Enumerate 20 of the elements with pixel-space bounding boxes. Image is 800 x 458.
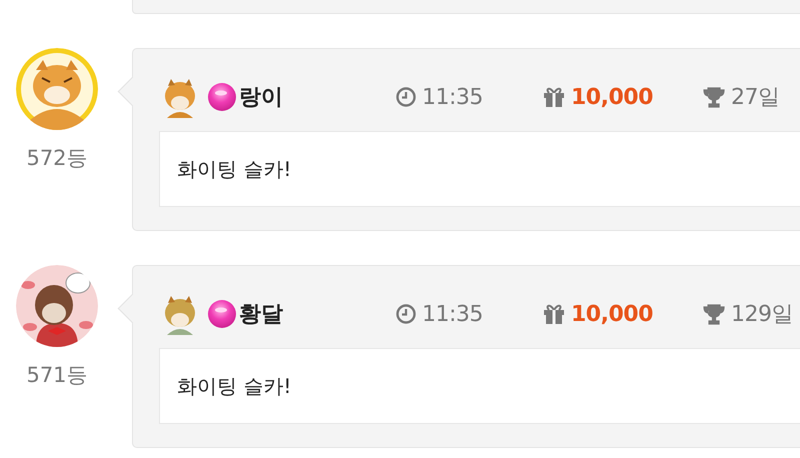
rank-label: 572등 <box>26 145 88 172</box>
ball-icon <box>207 82 237 112</box>
user-name: 황달 <box>239 301 284 329</box>
ball-icon <box>207 299 237 329</box>
gift-amount: 10,000 <box>571 84 653 110</box>
clock-icon <box>395 303 417 325</box>
days-label: 27일 <box>731 84 780 112</box>
trophy-icon <box>702 303 726 325</box>
clock-icon <box>395 86 417 108</box>
trophy-icon <box>702 86 726 108</box>
user-name: 랑이 <box>239 84 284 112</box>
days-label: 129일 <box>731 301 793 329</box>
gift-icon <box>542 303 566 325</box>
message-text: 화이팅 슬카! <box>177 156 292 182</box>
message-text: 화이팅 슬카! <box>177 372 292 400</box>
time-label: 11:35 <box>422 302 483 326</box>
time-label: 11:35 <box>422 84 483 110</box>
rank-label: 571등 <box>26 362 88 389</box>
gift-icon <box>542 86 566 108</box>
gift-amount: 10,000 <box>571 302 653 326</box>
